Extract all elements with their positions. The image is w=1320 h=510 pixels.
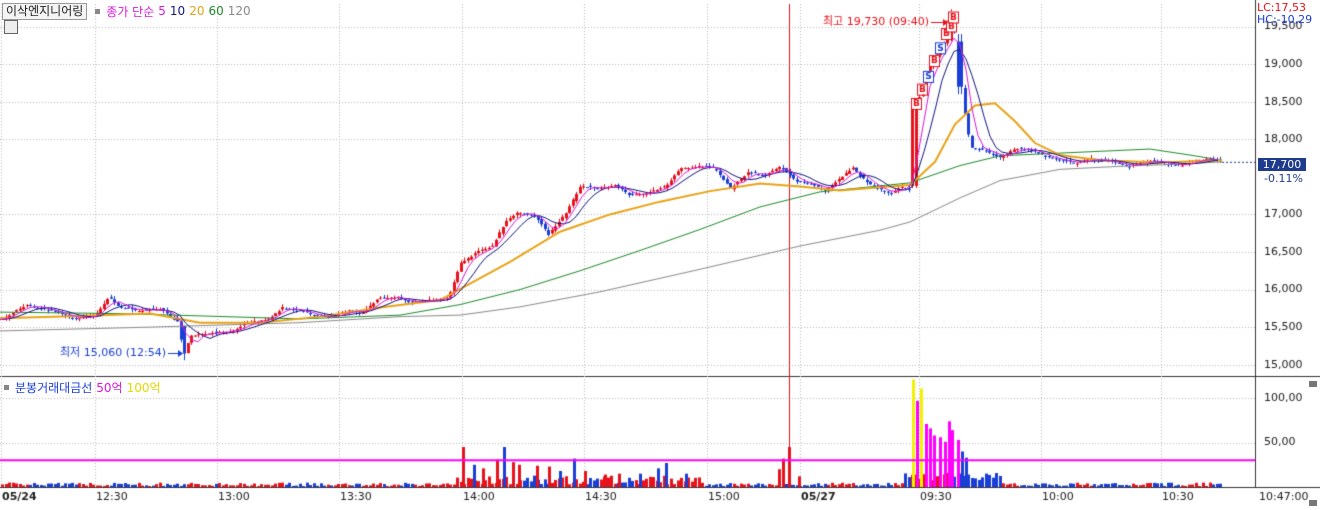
stock-name-box[interactable]: 이삭엔지니어링 bbox=[2, 2, 88, 20]
lc-hc-readout: LC:17,53 HC:-10,29 bbox=[1257, 2, 1312, 26]
grid-toggle-icon[interactable] bbox=[4, 20, 18, 34]
collapse-panel-icon[interactable] bbox=[1309, 381, 1317, 387]
volume-title: 분봉거래대금선 bbox=[15, 381, 93, 395]
volume-header: 분봉거래대금선 50억 100억 bbox=[2, 379, 161, 396]
volume-level-1: 50억 bbox=[96, 381, 123, 395]
ma-title: 종가 단순 bbox=[106, 4, 155, 19]
ma5-label: 5 bbox=[158, 4, 166, 18]
chart-header: 이삭엔지니어링 종가 단순 5 10 20 60 120 bbox=[2, 2, 251, 20]
current-change-tag: -0.11% bbox=[1264, 172, 1303, 185]
scroll-panel-icon[interactable] bbox=[1309, 500, 1317, 506]
volume-level-2: 100억 bbox=[126, 381, 161, 395]
hc-text: HC:-10,29 bbox=[1257, 13, 1313, 26]
volume-indicator-square-icon bbox=[4, 385, 9, 390]
stock-chart-canvas bbox=[0, 0, 1320, 510]
ma10-label: 10 bbox=[169, 4, 186, 18]
ma20-label: 20 bbox=[189, 4, 205, 18]
ma60-label: 60 bbox=[208, 4, 224, 18]
current-price-tag: 17,700 bbox=[1258, 158, 1306, 171]
ma120-label: 120 bbox=[227, 4, 251, 18]
indicator-square-icon bbox=[95, 8, 101, 14]
